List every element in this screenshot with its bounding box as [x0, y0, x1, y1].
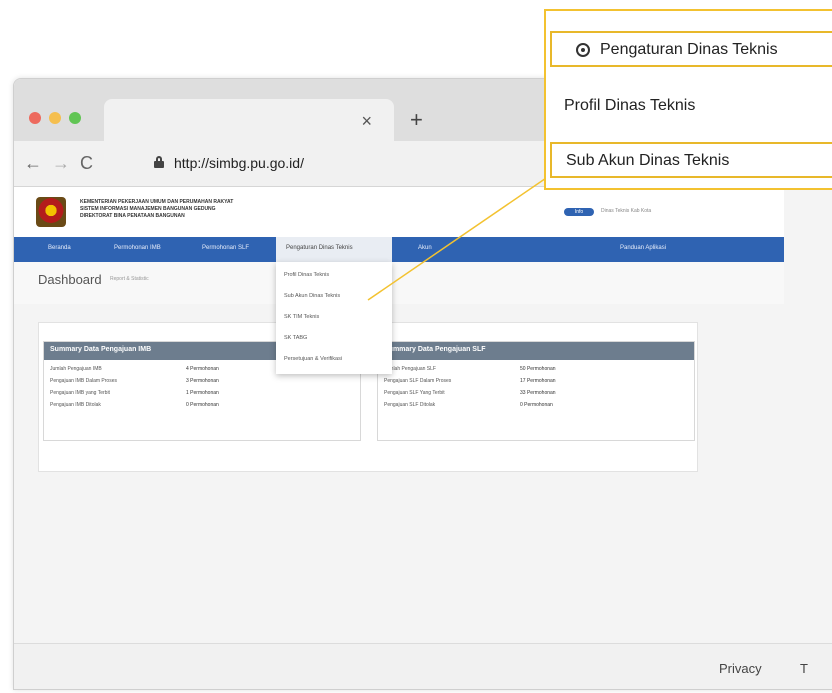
table-row: Pengajuan IMB yang Terbit 1 Permohonan: [50, 390, 219, 400]
zoom-callout: Pengaturan Dinas Teknis Profil Dinas Tek…: [544, 9, 832, 190]
nav-pengaturan-dinas-teknis[interactable]: Pengaturan Dinas Teknis: [276, 237, 392, 262]
table-row: Pengajuan SLF Ditolak 0 Permohonan: [384, 402, 553, 412]
row-label: Pengajuan IMB Dalam Proses: [50, 378, 117, 384]
gear-icon: [576, 43, 590, 57]
maximize-window-button[interactable]: [69, 112, 81, 124]
row-value: 33 Permohonan: [520, 390, 556, 396]
menu-item-sk-tim-teknis[interactable]: SK TIM Teknis: [284, 314, 319, 320]
table-row: Pengajuan IMB Dalam Proses 3 Permohonan: [50, 378, 219, 388]
row-label: Jumlah Pengajuan IMB: [50, 366, 102, 372]
nav-permohonan-imb[interactable]: Permohonan IMB: [114, 245, 161, 251]
row-value: 0 Permohonan: [186, 402, 219, 408]
user-badge[interactable]: Info: [564, 208, 594, 216]
row-value: 50 Permohonan: [520, 366, 556, 372]
menu-item-sub-akun-dinas-teknis[interactable]: Sub Akun Dinas Teknis: [284, 293, 340, 299]
row-label: Pengajuan SLF Dalam Proses: [384, 378, 452, 384]
row-value: 1 Permohonan: [186, 390, 219, 396]
org-line-3: DIREKTORAT BINA PENATAAN BANGUNAN: [80, 213, 185, 219]
panel-header: Summary Data Pengajuan SLF: [378, 342, 694, 360]
org-title: KEMENTERIAN PEKERJAAN UMUM DAN PERUMAHAN…: [80, 199, 233, 220]
table-row: Pengajuan SLF Dalam Proses 17 Permohonan: [384, 378, 556, 388]
callout-profil-dinas-teknis[interactable]: Profil Dinas Teknis: [550, 89, 832, 125]
org-line-2: SISTEM INFORMASI MANAJEMEN BANGUNAN GEDU…: [80, 206, 216, 212]
browser-tab[interactable]: ×: [104, 99, 394, 141]
panel-title: Summary Data Pengajuan SLF: [384, 346, 486, 353]
web-page: KEMENTERIAN PEKERJAAN UMUM DAN PERUMAHAN…: [14, 187, 832, 689]
new-tab-button[interactable]: +: [410, 109, 423, 131]
tutorial-screenshot: × + ← → C http://simbg.pu.go.id/ KEMENTE…: [0, 0, 832, 693]
menu-item-sk-tabg[interactable]: SK TABG: [284, 335, 307, 341]
page-subtitle: Report & Statistic: [110, 276, 149, 282]
callout-item-label: Profil Dinas Teknis: [564, 97, 696, 114]
close-window-button[interactable]: [29, 112, 41, 124]
nav-permohonan-slf[interactable]: Permohonan SLF: [202, 245, 249, 251]
row-label: Pengajuan IMB yang Terbit: [50, 390, 110, 396]
nav-beranda[interactable]: Beranda: [48, 245, 71, 251]
callout-sub-akun-dinas-teknis[interactable]: Sub Akun Dinas Teknis: [550, 142, 832, 178]
row-value: 4 Permohonan: [186, 366, 219, 372]
row-label: Pengajuan SLF Yang Terbit: [384, 390, 445, 396]
row-label: Pengajuan SLF Ditolak: [384, 402, 436, 408]
table-row: Pengajuan IMB Ditolak 0 Permohonan: [50, 402, 219, 412]
table-row: Jumlah Pengajuan IMB 4 Permohonan: [50, 366, 219, 376]
table-row: Pengajuan SLF Yang Terbit 33 Permohonan: [384, 390, 556, 400]
minimize-window-button[interactable]: [49, 112, 61, 124]
dashboard-bar: Dashboard Report & Statistic: [14, 262, 784, 304]
lock-icon: [154, 156, 164, 168]
row-value: 17 Permohonan: [520, 378, 556, 384]
page-title: Dashboard: [38, 272, 102, 287]
org-line-1: KEMENTERIAN PEKERJAAN UMUM DAN PERUMAHAN…: [80, 199, 234, 205]
nav-panduan-aplikasi[interactable]: Panduan Aplikasi: [620, 245, 666, 251]
page-footer: Privacy T: [14, 643, 832, 689]
url-text: http://simbg.pu.go.id/: [174, 155, 304, 171]
forward-arrow-icon[interactable]: →: [52, 153, 70, 174]
nav-pengaturan-label: Pengaturan Dinas Teknis: [286, 245, 353, 251]
row-value: 0 Permohonan: [520, 402, 553, 408]
menu-item-persetujuan[interactable]: Persetujuan & Verifikasi: [284, 356, 342, 362]
close-tab-icon[interactable]: ×: [361, 111, 372, 132]
summary-panel-slf: Summary Data Pengajuan SLF Jumlah Pengaj…: [377, 341, 695, 441]
main-navbar: Beranda Permohonan IMB Permohonan SLF Pe…: [14, 237, 784, 262]
panel-title: Summary Data Pengajuan IMB: [50, 346, 152, 353]
reload-icon[interactable]: C: [80, 153, 93, 174]
back-arrow-icon[interactable]: ←: [24, 153, 42, 174]
privacy-link[interactable]: Privacy: [719, 661, 762, 676]
callout-header-label: Pengaturan Dinas Teknis: [600, 41, 778, 58]
terms-link[interactable]: T: [800, 661, 808, 676]
pengaturan-dropdown-menu: Profil Dinas Teknis Sub Akun Dinas Tekni…: [276, 262, 392, 374]
row-value: 3 Permohonan: [186, 378, 219, 384]
nav-akun[interactable]: Akun: [418, 245, 432, 251]
callout-item-label: Sub Akun Dinas Teknis: [566, 152, 730, 169]
site-header: KEMENTERIAN PEKERJAAN UMUM DAN PERUMAHAN…: [14, 187, 784, 237]
callout-pengaturan-dinas-teknis[interactable]: Pengaturan Dinas Teknis: [550, 31, 832, 67]
row-label: Pengajuan IMB Ditolak: [50, 402, 101, 408]
ministry-logo: [36, 197, 66, 227]
menu-item-profil-dinas-teknis[interactable]: Profil Dinas Teknis: [284, 272, 329, 278]
user-name[interactable]: Dinas Teknis Kab Kota: [601, 208, 651, 214]
